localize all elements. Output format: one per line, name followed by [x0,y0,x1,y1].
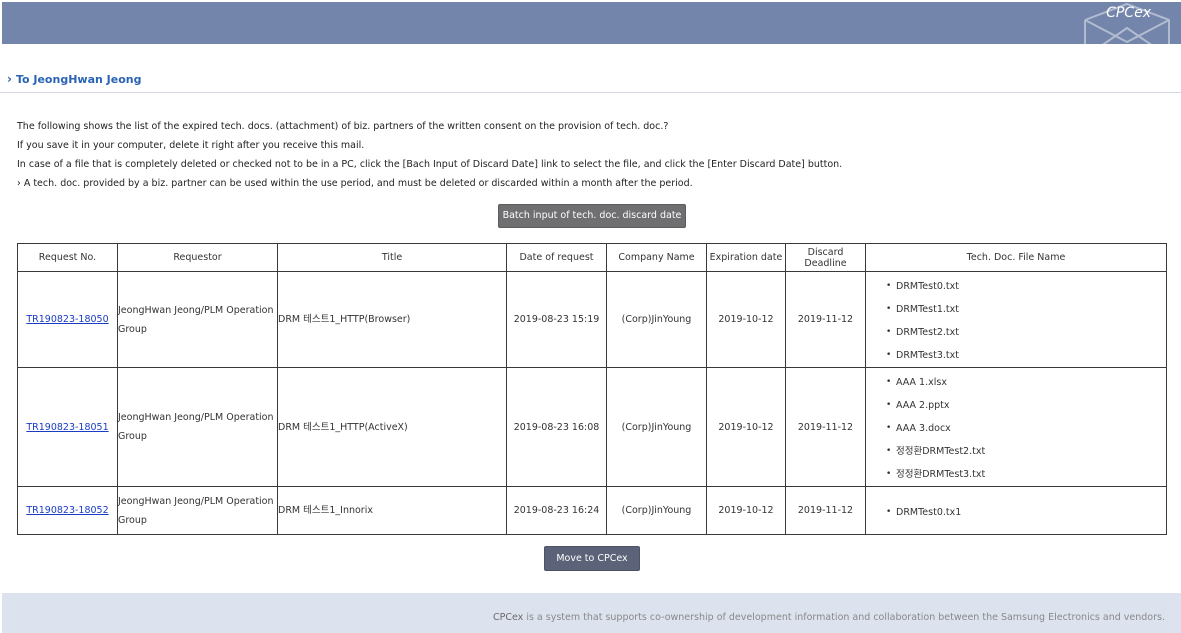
file-item: AAA 1.xlsx [886,371,1166,394]
file-item: DRMTest1.txt [886,298,1166,321]
requestor-cell: JeongHwan Jeong/PLM Operation Group [117,271,278,368]
column-header: Request No. [17,243,118,272]
header-bar: CPCex [2,2,1181,46]
request-date-cell: 2019-08-23 16:24 [506,486,607,535]
file-list: DRMTest0.txt DRMTest1.txt DRMTest2.txt D… [866,272,1166,367]
intro-line: If you save it in your computer, delete … [17,140,365,151]
file-item: AAA 2.pptx [886,394,1166,417]
file-item: DRMTest2.txt [886,321,1166,344]
column-header: Expiration date [706,243,786,272]
footer-text: CPCex is a system that supports co-owner… [493,612,1165,623]
requestor-cell: JeongHwan Jeong/PLM Operation Group [117,486,278,535]
request-date-cell: 2019-08-23 15:19 [506,271,607,368]
requestor-cell: JeongHwan Jeong/PLM Operation Group [117,367,278,487]
chevron-right-icon: › [7,72,12,86]
column-header: Discard Deadline [785,243,866,272]
batch-discard-date-button[interactable]: Batch input of tech. doc. discard date [498,204,686,228]
recipient-greeting: › To JeongHwan Jeong [7,72,142,86]
table-row: TR190823-18052 JeongHwan Jeong/PLM Opera… [17,486,1167,535]
discard-deadline-cell: 2019-11-12 [785,271,866,368]
file-list: DRMTest0.tx1 [866,498,1166,524]
footer-brand: CPCex [493,612,524,623]
column-header: Company Name [606,243,707,272]
expiration-cell: 2019-10-12 [706,486,786,535]
request-date-cell: 2019-08-23 16:08 [506,367,607,487]
table-header-row: Request No. Requestor Title Date of requ… [17,243,1167,272]
move-to-cpcex-button[interactable]: Move to CPCex [544,546,640,571]
footer: CPCex is a system that supports co-owner… [2,593,1181,633]
expiration-cell: 2019-10-12 [706,271,786,368]
table-row: TR190823-18050 JeongHwan Jeong/PLM Opera… [17,271,1167,368]
file-item: 정정환DRMTest3.txt [886,463,1166,486]
file-item: DRMTest3.txt [886,344,1166,367]
intro-line: The following shows the list of the expi… [17,121,669,132]
column-header: Date of request [506,243,607,272]
intro-line: In case of a file that is completely del… [17,159,843,170]
request-link[interactable]: TR190823-18050 [26,314,108,325]
intro-text: The following shows the list of the expi… [17,117,842,193]
discard-deadline-cell: 2019-11-12 [785,367,866,487]
file-list: AAA 1.xlsx AAA 2.pptx AAA 3.docx 정정환DRMT… [866,368,1166,486]
expired-docs-table: Request No. Requestor Title Date of requ… [17,243,1167,535]
brand-name: CPCex [1106,5,1151,21]
file-item: DRMTest0.txt [886,275,1166,298]
file-item: 정정환DRMTest2.txt [886,440,1166,463]
title-cell: DRM 테스트1_HTTP(Browser) [277,271,507,368]
title-cell: DRM 테스트1_Innorix [277,486,507,535]
discard-deadline-cell: 2019-11-12 [785,486,866,535]
table-row: TR190823-18051 JeongHwan Jeong/PLM Opera… [17,367,1167,487]
request-link[interactable]: TR190823-18051 [26,422,108,433]
intro-line: › A tech. doc. provided by a biz. partne… [17,178,693,189]
request-link[interactable]: TR190823-18052 [26,505,108,516]
column-header: Title [277,243,507,272]
file-item: DRMTest0.tx1 [886,501,1166,524]
title-cell: DRM 테스트1_HTTP(ActiveX) [277,367,507,487]
file-item: AAA 3.docx [886,417,1166,440]
company-cell: (Corp)JinYoung [606,367,707,487]
divider [0,92,1181,93]
column-header: Tech. Doc. File Name [865,243,1167,272]
company-cell: (Corp)JinYoung [606,271,707,368]
company-cell: (Corp)JinYoung [606,486,707,535]
column-header: Requestor [117,243,278,272]
expiration-cell: 2019-10-12 [706,367,786,487]
